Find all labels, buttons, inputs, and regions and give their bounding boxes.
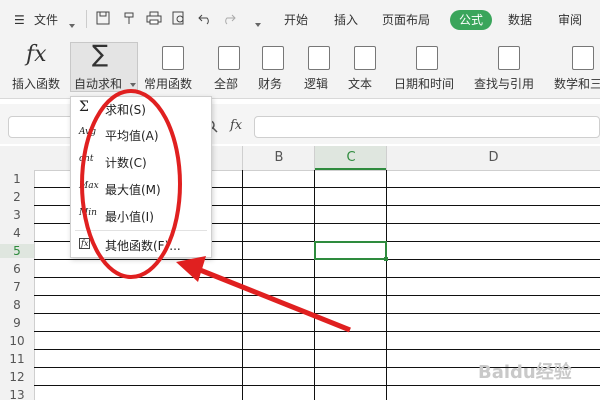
annotation-overlay	[80, 89, 351, 333]
watermark: Baidu经验	[478, 362, 572, 383]
highlight-ellipse	[80, 89, 182, 279]
arrow-head-icon	[176, 256, 206, 282]
annotation-arrow	[199, 267, 351, 333]
